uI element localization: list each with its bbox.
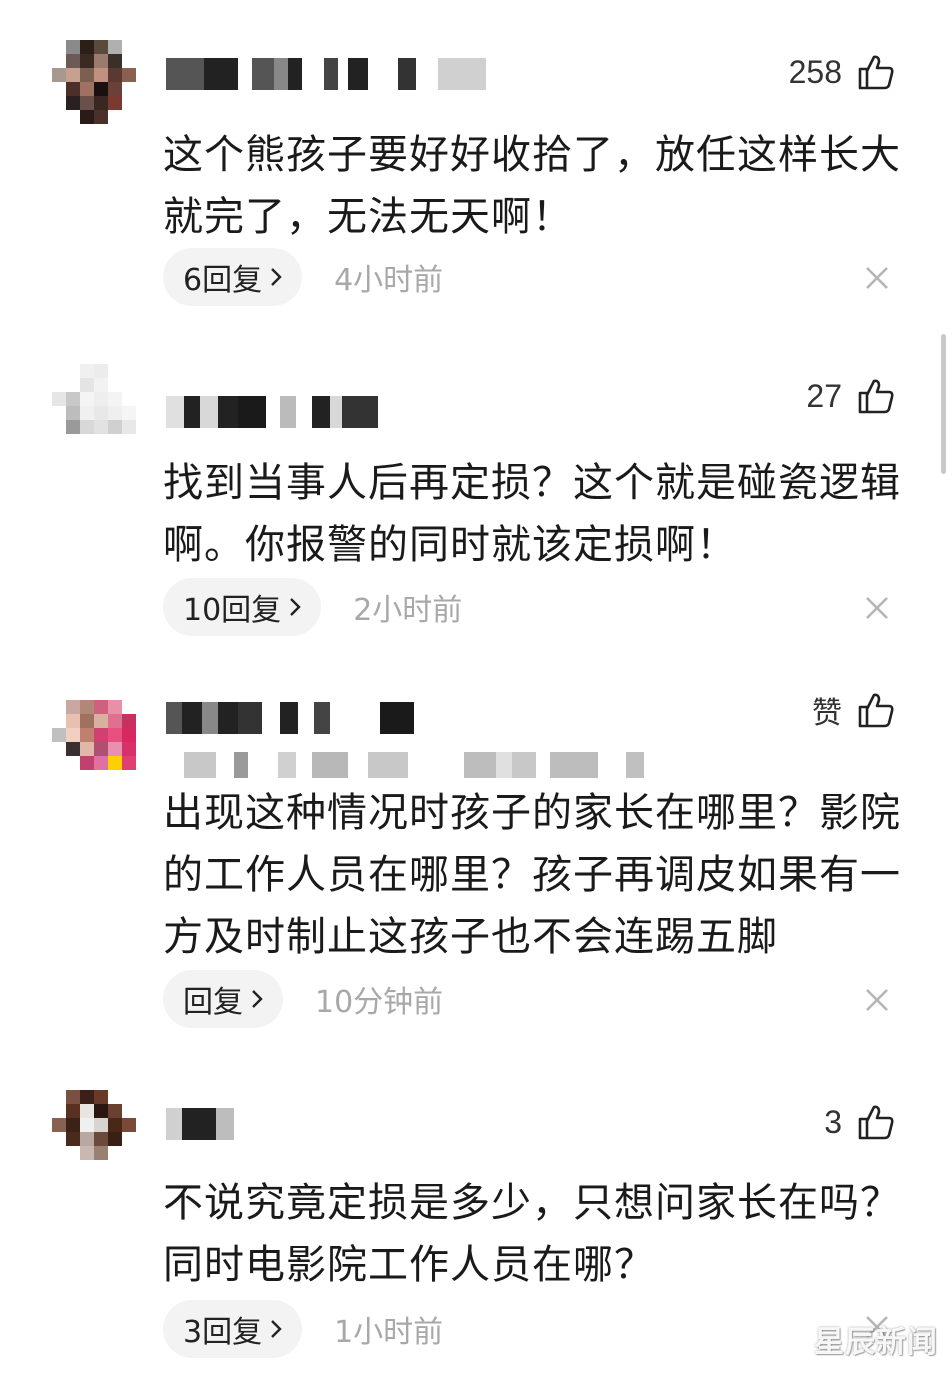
comment-text: 出现这种情况时孩子的家长在哪里？影院的工作人员在哪里？孩子再调皮如果有一方及时制…: [163, 790, 901, 960]
timestamp: 1小时前: [334, 1315, 444, 1350]
timestamp: 4小时前: [334, 263, 444, 298]
comment-text: 这个熊孩子要好好收拾了，放任这样长大就完了，无法无天啊！: [163, 132, 901, 240]
chevron-right-icon: [271, 1320, 282, 1338]
replies-label: 10回复: [183, 593, 282, 628]
replies-label: 6回复: [183, 263, 263, 298]
watermark: 星辰新闻: [814, 1325, 938, 1360]
replies-button[interactable]: 3回复: [163, 1300, 303, 1358]
comment-meta: 10回复 2小时前: [163, 578, 462, 636]
comment-item: 27 找到当事人后再定损？这个就是碰瓷逻辑啊。你报警的同时就该定损啊！ 10回复…: [0, 364, 952, 654]
like-button[interactable]: 3: [824, 1102, 896, 1142]
thumbs-up-icon: [858, 693, 894, 728]
username-pixelated[interactable]: [166, 1108, 234, 1140]
like-count: 27: [806, 377, 842, 414]
comment-item: 3 不说究竟定损是多少，只想问家长在吗？同时电影院工作人员在哪？ 3回复 1小时…: [0, 1090, 952, 1379]
comment-text: 不说究竟定损是多少，只想问家长在吗？同时电影院工作人员在哪？: [163, 1180, 901, 1288]
replies-label: 回复: [183, 985, 243, 1020]
chevron-right-icon: [290, 598, 301, 616]
thumbs-up-icon: [858, 379, 894, 414]
like-button[interactable]: 赞: [812, 690, 896, 730]
replies-label: 3回复: [183, 1315, 263, 1350]
comment-item: 258 这个熊孩子要好好收拾了，放任这样长大就完了，无法无天啊！ 6回复 4小时…: [0, 40, 952, 320]
replies-button[interactable]: 6回复: [163, 248, 303, 306]
user-tag-pixelated: [166, 752, 644, 778]
replies-button[interactable]: 回复: [163, 970, 283, 1028]
avatar[interactable]: [52, 40, 136, 124]
comment-meta: 回复 10分钟前: [163, 970, 443, 1028]
timestamp: 10分钟前: [315, 985, 444, 1020]
like-button[interactable]: 258: [789, 52, 896, 92]
comment-meta: 6回复 4小时前: [163, 248, 443, 306]
like-button[interactable]: 27: [806, 376, 896, 416]
like-label: 赞: [812, 697, 842, 730]
username-pixelated[interactable]: [166, 396, 378, 428]
thumbs-up-icon: [858, 1105, 894, 1140]
replies-button[interactable]: 10回复: [163, 578, 322, 636]
like-count: 3: [824, 1103, 842, 1140]
close-icon[interactable]: [862, 593, 892, 623]
thumbs-up-icon: [858, 55, 894, 90]
avatar[interactable]: [52, 364, 136, 448]
close-icon[interactable]: [862, 263, 892, 293]
chevron-right-icon: [252, 990, 263, 1008]
avatar[interactable]: [52, 1090, 136, 1174]
chevron-right-icon: [271, 268, 282, 286]
comment-item: 赞 出现这种情况时孩子的家长在哪里？影院的工作人员在哪里？孩子再调皮如果有一方及…: [0, 693, 952, 1040]
username-pixelated[interactable]: [166, 58, 486, 90]
avatar[interactable]: [52, 700, 136, 784]
comment-text: 找到当事人后再定损？这个就是碰瓷逻辑啊。你报警的同时就该定损啊！: [163, 460, 901, 568]
timestamp: 2小时前: [353, 593, 463, 628]
like-count: 258: [788, 53, 842, 90]
close-icon[interactable]: [862, 985, 892, 1015]
username-pixelated[interactable]: [166, 702, 414, 734]
scrollbar[interactable]: [941, 334, 946, 474]
comment-meta: 3回复 1小时前: [163, 1300, 443, 1358]
